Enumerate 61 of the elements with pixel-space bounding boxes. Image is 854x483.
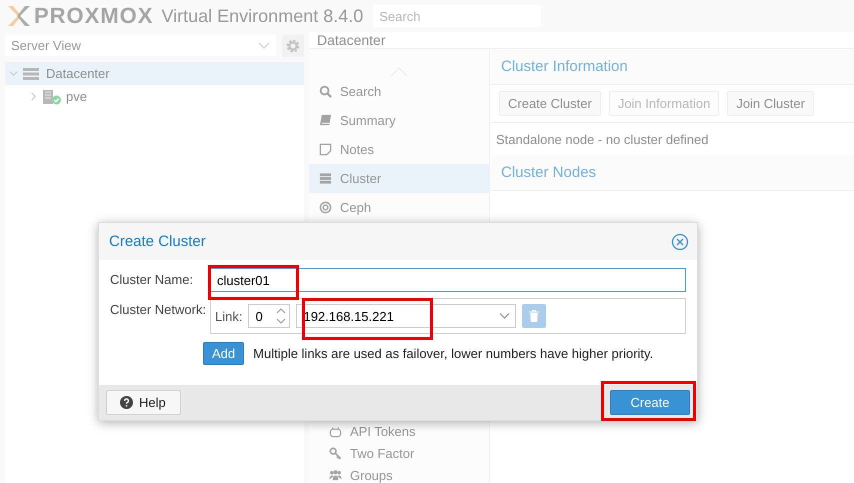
search-icon xyxy=(319,85,332,98)
nav-label: Groups xyxy=(350,468,393,482)
nav-label: Two Factor xyxy=(350,446,414,460)
x-logo-icon xyxy=(6,5,32,27)
nav-item[interactable]: Search xyxy=(309,77,489,106)
status-text: Standalone node - no cluster defined xyxy=(496,132,708,146)
view-selector[interactable]: Server View xyxy=(5,35,276,56)
book-icon xyxy=(319,114,332,127)
nav-item[interactable]: Groups xyxy=(309,464,489,483)
field-label: Cluster Network: xyxy=(110,301,208,317)
tree-item[interactable]: pve xyxy=(5,85,304,108)
dialog-title: Create Cluster xyxy=(109,233,206,250)
tree-label: Datacenter xyxy=(46,66,110,81)
panel-title: Cluster Information xyxy=(490,49,854,85)
close-icon[interactable] xyxy=(671,232,689,250)
server-ok-icon xyxy=(42,88,62,104)
nav-label: Cluster xyxy=(340,171,382,186)
chevron-down-icon xyxy=(258,42,270,50)
chevron-right-icon[interactable] xyxy=(29,92,38,101)
create-button[interactable]: Create xyxy=(610,390,690,415)
nav-label: Ceph xyxy=(340,200,372,215)
hint-text: Multiple links are used as failover, lower numbers have higher priority. xyxy=(253,346,654,361)
add-button[interactable]: Add xyxy=(203,342,244,365)
nav-item[interactable]: Notes xyxy=(309,135,489,164)
nav-item[interactable]: Two Factor xyxy=(309,442,489,464)
chevron-down-icon[interactable] xyxy=(9,69,18,78)
logo-wordmark: PROXMOX xyxy=(34,3,154,29)
nav-label: Search xyxy=(340,84,382,99)
trash-icon xyxy=(529,310,540,322)
caret-icon[interactable] xyxy=(499,312,510,320)
address-combo[interactable]: 192.168.15.221 xyxy=(296,304,516,328)
toolbar-button[interactable]: Join Cluster xyxy=(727,91,814,116)
link-label: Link: xyxy=(215,308,242,324)
server-rack-icon xyxy=(22,66,42,82)
breadcrumb: Datacenter xyxy=(309,32,854,49)
panel-title: Cluster Nodes xyxy=(490,155,854,191)
nav-item[interactable]: Ceph xyxy=(309,193,489,222)
server-stack-icon xyxy=(319,172,332,185)
nav-item[interactable]: Cluster xyxy=(309,164,489,193)
search-field[interactable]: Search xyxy=(373,5,542,27)
key-icon xyxy=(329,446,342,460)
nav-item[interactable]: API Tokens xyxy=(309,420,489,442)
nav-item[interactable]: Summary xyxy=(309,106,489,135)
tree-item[interactable]: Datacenter xyxy=(5,62,304,85)
link-number-field[interactable]: 0 xyxy=(248,304,290,328)
tree-label: pve xyxy=(66,89,87,104)
product-title: Virtual Environment 8.4.0 xyxy=(161,6,364,26)
spinner-arrows-icon[interactable] xyxy=(276,307,286,325)
nav-label: Notes xyxy=(340,142,374,157)
concentric-circles-icon xyxy=(319,201,332,214)
bag-icon xyxy=(329,424,342,438)
toolbar-button[interactable]: Create Cluster xyxy=(499,91,601,116)
note-icon xyxy=(319,143,332,156)
help-icon xyxy=(120,396,133,409)
settings-icon xyxy=(286,39,300,53)
settings-button[interactable] xyxy=(282,35,304,57)
nav-label: API Tokens xyxy=(350,424,416,438)
users-icon xyxy=(329,468,342,482)
help-button[interactable]: Help xyxy=(106,390,181,415)
field-label: Cluster Name: xyxy=(110,271,194,287)
nav-label: Summary xyxy=(340,113,396,128)
